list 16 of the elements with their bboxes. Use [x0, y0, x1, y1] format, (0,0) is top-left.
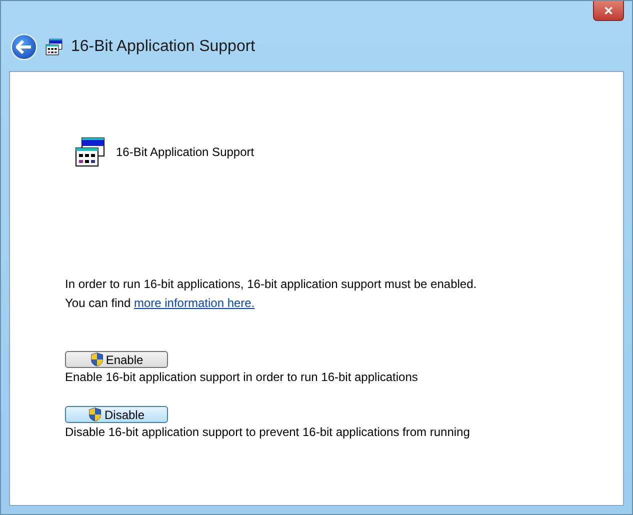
app-icon [45, 38, 63, 56]
action-description: Disable 16-bit application support to prevent 16-bit applications from running [65, 425, 471, 439]
page-heading: 16-Bit Application Support [116, 145, 254, 159]
more-info-link[interactable]: more information here. [134, 296, 255, 310]
action-description: Enable 16-bit application support in order to run 16-bit applications [65, 370, 419, 384]
window-title: 16-Bit Application Support [71, 38, 256, 56]
back-button[interactable] [11, 34, 37, 60]
app-icon [74, 136, 106, 168]
action-button[interactable]: Enable [65, 351, 168, 368]
action-button[interactable]: Disable [65, 406, 168, 423]
shield-icon [90, 352, 104, 367]
close-button[interactable]: ✕ [593, 1, 624, 21]
arrow-icon [16, 40, 32, 54]
info-text: In order to run 16-bit applications, 16-bit application support must be enabled. [65, 276, 478, 293]
shield-icon [88, 407, 102, 422]
info-text: You can find [65, 296, 132, 310]
